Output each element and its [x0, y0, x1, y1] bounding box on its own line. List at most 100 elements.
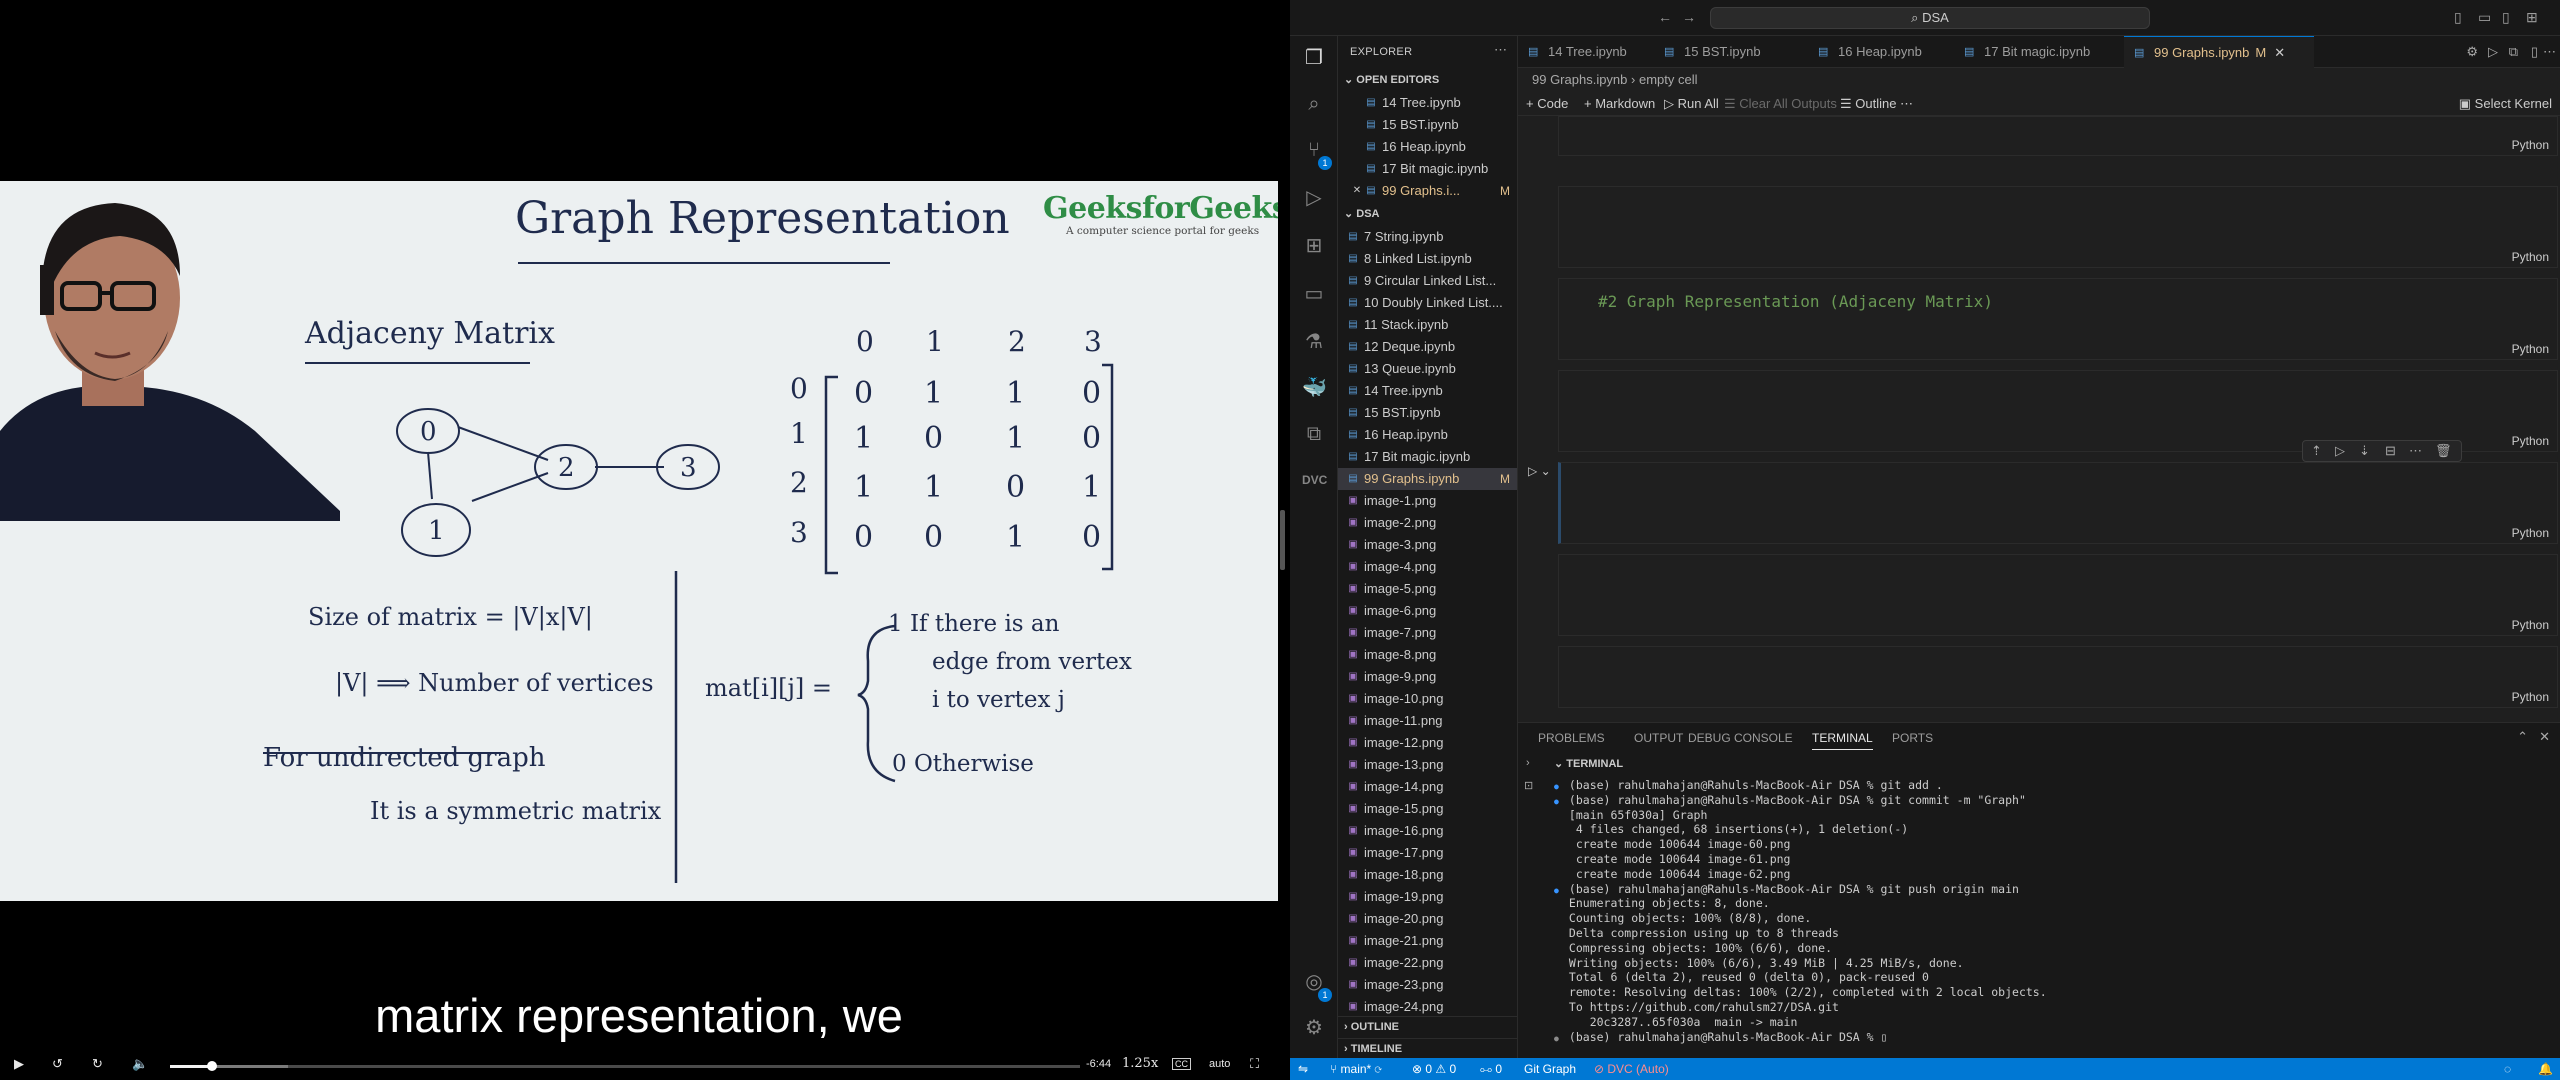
toolbar-more-icon[interactable]: ⋯: [1900, 96, 1913, 112]
progress-scrubber[interactable]: [206, 1061, 217, 1071]
dvc-icon[interactable]: DVC: [1302, 468, 1327, 492]
file-item[interactable]: ▤ 13 Queue.ipynb: [1338, 358, 1517, 380]
cc-button[interactable]: CC: [1172, 1058, 1191, 1070]
code-cell[interactable]: Python: [1558, 116, 2558, 156]
delete-cell-icon[interactable]: 🗑: [2435, 443, 2452, 459]
file-item[interactable]: ▣ image-22.png: [1338, 952, 1517, 974]
toggle-secondary-sidebar-icon[interactable]: ▯: [2502, 9, 2510, 26]
git-graph-status[interactable]: Git Graph: [1524, 1058, 1576, 1080]
forward-arrow-icon[interactable]: →: [1682, 9, 1696, 25]
panel-tab[interactable]: PROBLEMS: [1538, 731, 1605, 745]
run-debug-icon[interactable]: ▷: [1302, 186, 1326, 210]
file-item[interactable]: ▣ image-17.png: [1338, 842, 1517, 864]
run-below-icon[interactable]: ⇣: [2359, 443, 2370, 459]
terminal-toggle-icon[interactable]: ›: [1526, 757, 1530, 769]
cell-language-label[interactable]: Python: [2512, 434, 2549, 448]
markdown-cell-text[interactable]: #2 Graph Representation (Adjaceny Matrix…: [1598, 292, 1993, 311]
back-arrow-icon[interactable]: ←: [1658, 9, 1672, 25]
cell-language-label[interactable]: Python: [2512, 250, 2549, 264]
problems-status[interactable]: ⊗ 0 ⚠ 0: [1412, 1058, 1456, 1080]
play-icon[interactable]: ▶: [14, 1056, 24, 1072]
panel-tab[interactable]: DEBUG CONSOLE: [1688, 731, 1793, 745]
close-icon[interactable]: ✕: [1350, 180, 1364, 202]
markdown-cell[interactable]: Python: [1558, 278, 2558, 360]
file-item[interactable]: ▤ 16 Heap.ipynb: [1338, 424, 1517, 446]
docker-icon[interactable]: 🐳: [1302, 376, 1327, 400]
customize-layout-icon[interactable]: ⊞: [2526, 9, 2538, 26]
video-player[interactable]: Graph Representation Adjaceny Matrix 0 1 2…: [0, 0, 1290, 1080]
maximize-panel-icon[interactable]: ⌃: [2517, 729, 2528, 745]
file-item[interactable]: ▤ 15 BST.ipynb: [1338, 402, 1517, 424]
rewind-10-icon[interactable]: ↺: [52, 1056, 63, 1072]
file-item[interactable]: ▣ image-20.png: [1338, 908, 1517, 930]
ports-status[interactable]: ⧟ 0: [1480, 1058, 1502, 1080]
outline-button[interactable]: ☰ Outline: [1840, 96, 1896, 112]
file-item[interactable]: ▣ image-19.png: [1338, 886, 1517, 908]
remote-icon[interactable]: ⇋: [1298, 1058, 1308, 1080]
close-panel-icon[interactable]: ✕: [2539, 729, 2550, 745]
open-editor-item[interactable]: ✕ ▤ 99 Graphs.i... M: [1338, 180, 1517, 202]
forward-10-icon[interactable]: ↻: [92, 1056, 103, 1072]
run-icon[interactable]: ▷: [2488, 44, 2498, 60]
file-item[interactable]: ▤ 14 Tree.ipynb: [1338, 380, 1517, 402]
compare-icon[interactable]: ⧉: [2509, 44, 2518, 60]
editor-tab[interactable]: ▤ 15 BST.ipynb: [1654, 36, 1808, 68]
cell-more-icon[interactable]: ⋯: [2409, 443, 2422, 459]
file-item[interactable]: ▣ image-2.png: [1338, 512, 1517, 534]
file-item[interactable]: ▣ image-12.png: [1338, 732, 1517, 754]
split-divider[interactable]: [1280, 510, 1285, 570]
editor-tab[interactable]: ▤ 99 Graphs.ipynb M ✕: [2124, 36, 2314, 68]
more-actions-icon[interactable]: ⋯: [2543, 44, 2556, 60]
run-all-button[interactable]: ▷ Run All: [1664, 96, 1719, 112]
file-item[interactable]: ▤ 8 Linked List.ipynb: [1338, 248, 1517, 270]
testing-icon[interactable]: ⚗: [1302, 330, 1326, 354]
cell-language-label[interactable]: Python: [2512, 138, 2549, 152]
file-item[interactable]: ▣ image-11.png: [1338, 710, 1517, 732]
terminal-list-icon[interactable]: ⊡: [1524, 779, 1533, 792]
file-item[interactable]: ▣ image-14.png: [1338, 776, 1517, 798]
cell-language-label[interactable]: Python: [2512, 526, 2549, 540]
panel-tab[interactable]: OUTPUT: [1634, 731, 1683, 745]
quality-button[interactable]: auto: [1209, 1058, 1230, 1070]
breadcrumb-cell[interactable]: empty cell: [1639, 72, 1698, 87]
add-code-cell-button[interactable]: + Code: [1526, 96, 1568, 111]
file-item[interactable]: ▣ image-5.png: [1338, 578, 1517, 600]
cell-language-label[interactable]: Python: [2512, 618, 2549, 632]
explorer-icon[interactable]: ❐: [1302, 46, 1326, 70]
fullscreen-icon[interactable]: ⛶: [1250, 1056, 1259, 1072]
close-tab-icon[interactable]: ✕: [2274, 45, 2285, 60]
file-item[interactable]: ▣ image-9.png: [1338, 666, 1517, 688]
notifications-icon[interactable]: 🔔: [2538, 1058, 2553, 1080]
file-item[interactable]: ▣ image-6.png: [1338, 600, 1517, 622]
remote-explorer-icon[interactable]: ▭: [1302, 282, 1326, 306]
branch-status[interactable]: ⑂ main* ⟳: [1330, 1058, 1382, 1080]
file-item[interactable]: ▣ image-8.png: [1338, 644, 1517, 666]
cell-language-label[interactable]: Python: [2512, 690, 2549, 704]
file-item[interactable]: ▣ image-18.png: [1338, 864, 1517, 886]
panel-tab[interactable]: PORTS: [1892, 731, 1933, 745]
dvc-status[interactable]: ⊘ DVC (Auto): [1594, 1058, 1669, 1080]
toggle-sidebar-icon[interactable]: ▯: [2454, 9, 2462, 26]
file-item[interactable]: ▣ image-7.png: [1338, 622, 1517, 644]
file-item[interactable]: ▣ image-21.png: [1338, 930, 1517, 952]
editor-tab[interactable]: ▤ 17 Bit magic.ipynb: [1954, 36, 2124, 68]
run-cell-icon[interactable]: ▷ ⌄: [1528, 464, 1551, 478]
volume-icon[interactable]: 🔈: [132, 1056, 148, 1072]
file-item[interactable]: ▣ image-3.png: [1338, 534, 1517, 556]
panel-tab[interactable]: TERMINAL: [1812, 731, 1873, 750]
execute-cell-icon[interactable]: ▷: [2335, 443, 2345, 459]
editor-tab[interactable]: ▤ 14 Tree.ipynb: [1518, 36, 1654, 68]
cell-language-label[interactable]: Python: [2512, 342, 2549, 356]
file-item[interactable]: ▤ 17 Bit magic.ipynb: [1338, 446, 1517, 468]
progress-bar[interactable]: [170, 1061, 1080, 1071]
code-cell[interactable]: Python: [1558, 646, 2558, 708]
split-cell-icon[interactable]: ⊟: [2385, 443, 2396, 459]
editor-tab[interactable]: ▤ 16 Heap.ipynb: [1808, 36, 1954, 68]
jupyter-icon[interactable]: ⧉: [1302, 422, 1326, 446]
file-item[interactable]: ▣ image-15.png: [1338, 798, 1517, 820]
file-item[interactable]: ▤ 12 Deque.ipynb: [1338, 336, 1517, 358]
open-editors-header[interactable]: ⌄ OPEN EDITORS: [1338, 70, 1517, 90]
open-editor-item[interactable]: ▤ 17 Bit magic.ipynb: [1338, 158, 1517, 180]
code-cell[interactable]: Python: [1558, 186, 2558, 268]
notebook-settings-icon[interactable]: ⚙: [2466, 44, 2478, 60]
